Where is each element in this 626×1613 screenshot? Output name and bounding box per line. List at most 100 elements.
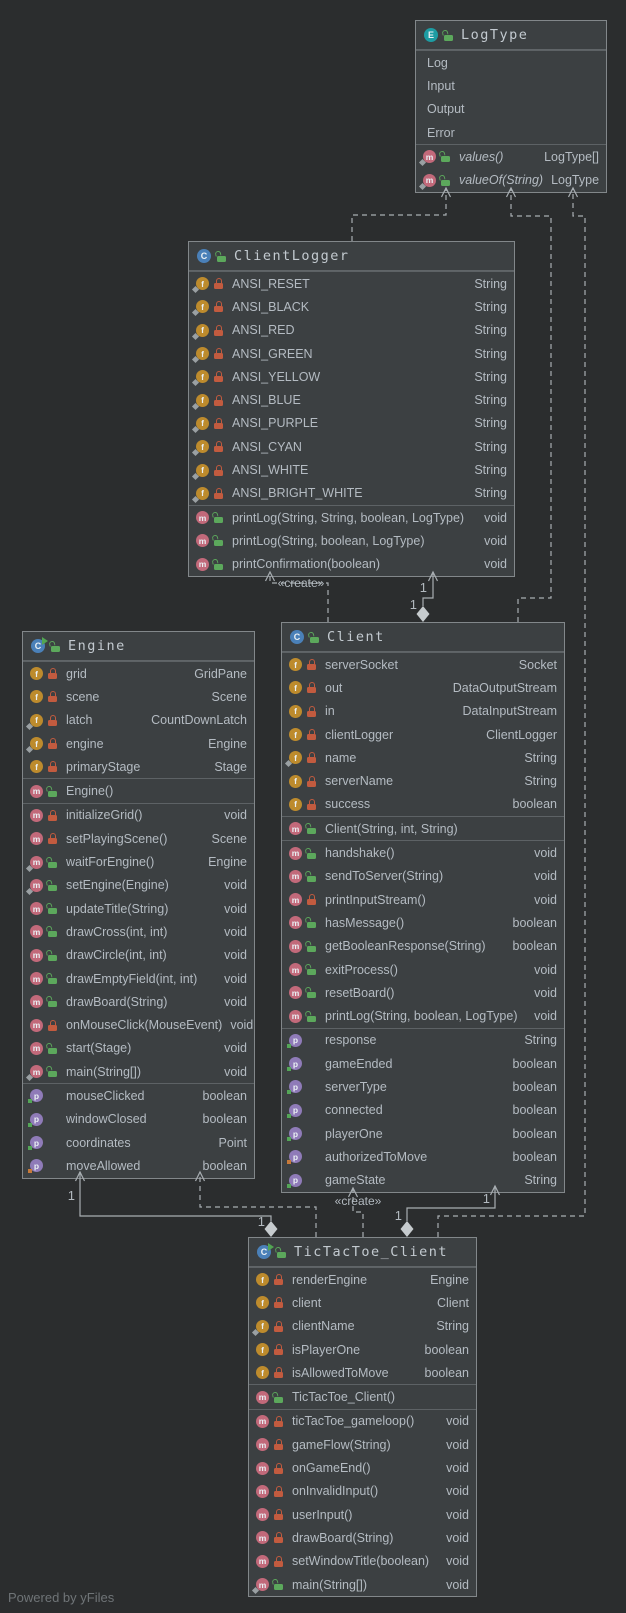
method-row[interactable]: msetEngine(Engine)void <box>23 874 254 897</box>
method-row[interactable]: mvalueOf(String)LogType <box>416 168 606 191</box>
member-type: Point <box>211 1136 248 1150</box>
class-node-engine[interactable]: CEnginefgridGridPanefsceneSceneflatchCou… <box>22 631 255 1179</box>
method-row[interactable]: mClient(String, int, String) <box>282 817 564 840</box>
edge-composition-tictactoe-engine[interactable] <box>80 1172 271 1221</box>
method-row[interactable]: mexitProcess()void <box>282 958 564 981</box>
class-header[interactable]: CTicTacToe_Client <box>249 1238 476 1267</box>
method-row[interactable]: mTicTacToe_Client() <box>249 1385 476 1408</box>
class-node-logtype[interactable]: ELogTypeLogInputOutputErrormvalues()LogT… <box>415 20 607 193</box>
class-node-clientlogger[interactable]: CClientLoggerfANSI_RESETStringfANSI_BLAC… <box>188 241 515 577</box>
field-row[interactable]: flatchCountDownLatch <box>23 709 254 732</box>
field-row[interactable]: fANSI_WHITEString <box>189 458 514 481</box>
enum-constant-row[interactable]: Output <box>416 98 606 121</box>
class-node-tictactoe_client[interactable]: CTicTacToe_ClientfrenderEngineEnginefcli… <box>248 1237 477 1597</box>
enum-constant-row[interactable]: Input <box>416 74 606 97</box>
edge-dependency-clientlogger-logtype[interactable] <box>352 188 446 241</box>
property-row[interactable]: pgameEndedboolean <box>282 1052 564 1075</box>
method-row[interactable]: mdrawEmptyField(int, int)void <box>23 967 254 990</box>
method-row[interactable]: msetPlayingScene()Scene <box>23 827 254 850</box>
property-row[interactable]: pmouseClickedboolean <box>23 1084 254 1107</box>
method-row[interactable]: mmain(String[])void <box>23 1060 254 1083</box>
property-accessor-marker <box>287 1160 291 1164</box>
method-row[interactable]: mresetBoard()void <box>282 981 564 1004</box>
method-row[interactable]: msetWindowTitle(boolean)void <box>249 1550 476 1573</box>
field-row[interactable]: fANSI_BLUEString <box>189 388 514 411</box>
property-row[interactable]: pserverTypeboolean <box>282 1075 564 1098</box>
field-row[interactable]: fisPlayerOneboolean <box>249 1338 476 1361</box>
method-row[interactable]: mEngine() <box>23 779 254 802</box>
method-row[interactable]: mupdateTitle(String)void <box>23 897 254 920</box>
property-row[interactable]: pmoveAllowedboolean <box>23 1154 254 1177</box>
field-row[interactable]: fisAllowedToMoveboolean <box>249 1361 476 1384</box>
method-row[interactable]: mmain(String[])void <box>249 1573 476 1596</box>
method-row[interactable]: mdrawCircle(int, int)void <box>23 944 254 967</box>
method-row[interactable]: monInvalidInput()void <box>249 1480 476 1503</box>
field-row[interactable]: fclientNameString <box>249 1315 476 1338</box>
class-header[interactable]: ELogType <box>416 21 606 50</box>
method-row[interactable]: mprintLog(String, boolean, LogType)void <box>189 529 514 552</box>
method-row[interactable]: mstart(Stage)void <box>23 1037 254 1060</box>
static-marker-icon <box>252 1587 259 1594</box>
method-row[interactable]: mdrawBoard(String)void <box>249 1526 476 1549</box>
field-row[interactable]: fgridGridPane <box>23 662 254 685</box>
method-row[interactable]: mhasMessage()boolean <box>282 911 564 934</box>
method-row[interactable]: mhandshake()void <box>282 841 564 864</box>
enum-constant-row[interactable]: Log <box>416 51 606 74</box>
method-row[interactable]: mprintInputStream()void <box>282 888 564 911</box>
field-row[interactable]: fANSI_RESETString <box>189 272 514 295</box>
method-row[interactable]: mprintConfirmation(boolean)void <box>189 553 514 576</box>
method-row[interactable]: monMouseClick(MouseEvent)void <box>23 1013 254 1036</box>
field-row[interactable]: foutDataOutputStream <box>282 676 564 699</box>
private-lock-icon <box>48 715 57 726</box>
method-row[interactable]: msendToServer(String)void <box>282 865 564 888</box>
field-row[interactable]: fengineEngine <box>23 732 254 755</box>
field-row[interactable]: fserverSocketSocket <box>282 653 564 676</box>
method-row[interactable]: mvalues()LogType[] <box>416 145 606 168</box>
property-row[interactable]: pconnectedboolean <box>282 1099 564 1122</box>
method-row[interactable]: monGameEnd()void <box>249 1456 476 1479</box>
field-row[interactable]: fsuccessboolean <box>282 793 564 816</box>
field-row[interactable]: fANSI_REDString <box>189 319 514 342</box>
method-row[interactable]: mticTacToe_gameloop()void <box>249 1410 476 1433</box>
method-row[interactable]: mgameFlow(String)void <box>249 1433 476 1456</box>
property-row[interactable]: pplayerOneboolean <box>282 1122 564 1145</box>
method-row[interactable]: mprintLog(String, boolean, LogType)void <box>282 1004 564 1027</box>
field-row[interactable]: fANSI_BLACKString <box>189 295 514 318</box>
method-row[interactable]: muserInput()void <box>249 1503 476 1526</box>
field-row[interactable]: fANSI_CYANString <box>189 435 514 458</box>
method-row[interactable]: mgetBooleanResponse(String)boolean <box>282 935 564 958</box>
method-row[interactable]: mwaitForEngine()Engine <box>23 850 254 873</box>
field-row[interactable]: fnameString <box>282 746 564 769</box>
field-row[interactable]: fclientLoggerClientLogger <box>282 723 564 746</box>
edge-dependency-client-logtype[interactable] <box>511 188 551 622</box>
property-row[interactable]: pcoordinatesPoint <box>23 1131 254 1154</box>
class-node-client[interactable]: CClientfserverSocketSocketfoutDataOutput… <box>281 622 565 1193</box>
field-row[interactable]: fprimaryStageStage <box>23 755 254 778</box>
field-row[interactable]: finDataInputStream <box>282 700 564 723</box>
method-row[interactable]: mdrawCross(int, int)void <box>23 920 254 943</box>
class-header[interactable]: CClientLogger <box>189 242 514 271</box>
property-row[interactable]: pauthorizedToMoveboolean <box>282 1145 564 1168</box>
property-row[interactable]: pwindowClosedboolean <box>23 1108 254 1131</box>
field-row[interactable]: fclientClient <box>249 1291 476 1314</box>
field-row[interactable]: fANSI_BRIGHT_WHITEString <box>189 482 514 505</box>
field-row[interactable]: fserverNameString <box>282 769 564 792</box>
enum-constant-row[interactable]: Error <box>416 121 606 144</box>
field-row[interactable]: fANSI_YELLOWString <box>189 365 514 388</box>
field-row[interactable]: frenderEngineEngine <box>249 1268 476 1291</box>
class-header[interactable]: CEngine <box>23 632 254 661</box>
diagram-canvas[interactable]: «create»1111«create»11 Powered by yFiles… <box>0 0 626 1613</box>
edge-composition-client-clientlogger[interactable] <box>423 572 433 606</box>
member-name: client <box>292 1296 321 1310</box>
field-row[interactable]: fANSI_GREENString <box>189 342 514 365</box>
edge-create-tictactoe-client[interactable] <box>353 1188 363 1237</box>
class-header[interactable]: CClient <box>282 623 564 652</box>
edge-create-client-clientlogger[interactable] <box>270 572 328 622</box>
method-row[interactable]: mdrawBoard(String)void <box>23 990 254 1013</box>
property-row[interactable]: pgameStateString <box>282 1169 564 1192</box>
method-row[interactable]: minitializeGrid()void <box>23 804 254 827</box>
field-row[interactable]: fANSI_PURPLEString <box>189 412 514 435</box>
method-row[interactable]: mprintLog(String, String, boolean, LogTy… <box>189 506 514 529</box>
property-row[interactable]: presponseString <box>282 1029 564 1052</box>
field-row[interactable]: fsceneScene <box>23 685 254 708</box>
